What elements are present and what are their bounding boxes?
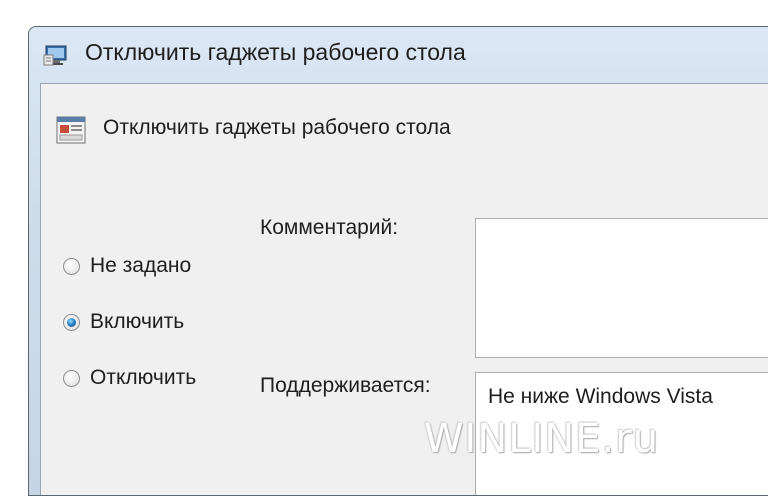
radio-button[interactable] <box>63 369 80 387</box>
supported-value: Не ниже Windows Vista <box>488 385 713 408</box>
policy-name: Отключить гаджеты рабочего стола <box>103 116 451 139</box>
radio-button-selected[interactable] <box>63 313 80 331</box>
policy-setting-icon <box>56 116 86 144</box>
policy-settings-icon <box>43 45 67 66</box>
site-watermark: WINLINE.ru <box>424 416 660 462</box>
supported-label: Поддерживается: <box>260 374 431 397</box>
radio-label: Включить <box>90 310 185 333</box>
radio-disabled[interactable]: Отключить <box>63 363 196 393</box>
window-title: Отключить гаджеты рабочего стола <box>85 39 466 65</box>
comment-label: Комментарий: <box>260 216 399 239</box>
radio-enabled[interactable]: Включить <box>63 307 184 337</box>
radio-label: Не задано <box>90 254 192 277</box>
radio-button[interactable] <box>63 257 80 275</box>
radio-label: Отключить <box>90 366 197 389</box>
comment-textarea[interactable] <box>475 218 768 358</box>
radio-not-configured[interactable]: Не задано <box>63 251 191 281</box>
title-bar[interactable]: Отключить гаджеты рабочего стола <box>29 27 768 83</box>
